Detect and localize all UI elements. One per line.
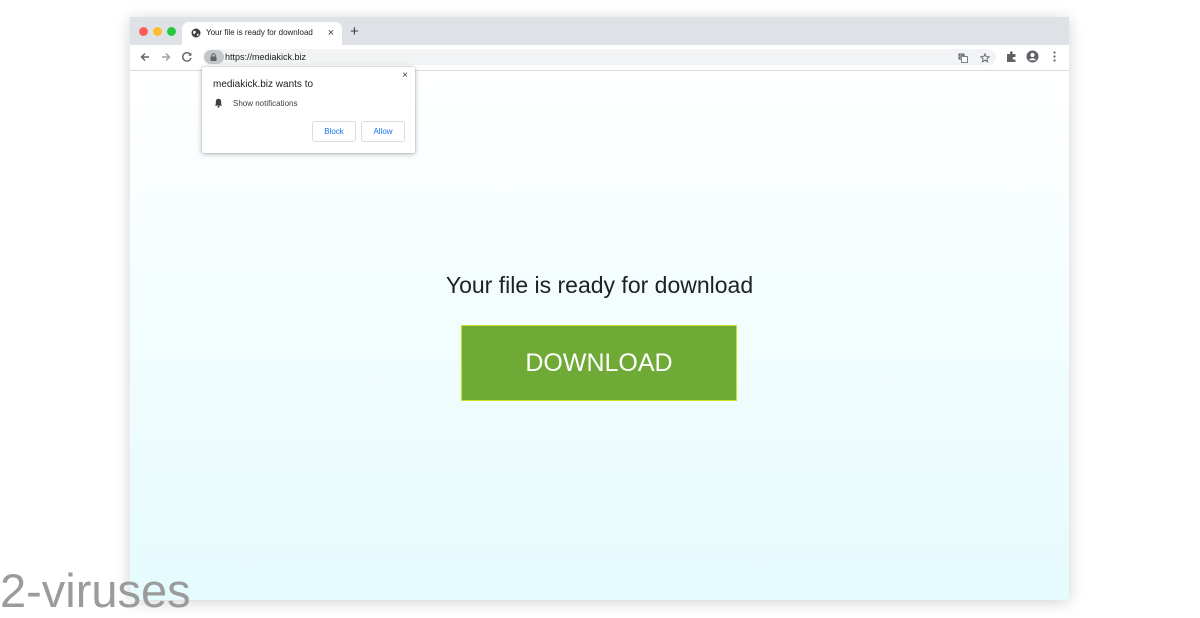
svg-text:G: G [959,55,963,61]
bell-icon [214,98,223,108]
globe-icon [191,28,201,38]
url-text: https://mediakick.biz [225,52,307,62]
page-headline: Your file is ready for download [445,272,754,298]
extensions-icon[interactable] [1005,50,1018,63]
permission-label: Show notifications [233,99,298,108]
notification-permission-popup: × mediakick.biz wants to Show notificati… [202,67,415,153]
reload-icon[interactable] [180,50,194,64]
tab-strip: Your file is ready for download × + [130,17,1069,45]
maximize-window-button[interactable] [167,27,176,36]
profile-icon[interactable] [1026,50,1039,63]
block-button[interactable]: Block [312,121,356,142]
download-button[interactable]: DOWNLOAD [461,325,737,401]
forward-arrow-icon[interactable] [159,50,173,64]
back-arrow-icon[interactable] [138,50,152,64]
new-tab-button[interactable]: + [350,24,359,40]
kebab-menu-icon[interactable] [1048,50,1061,63]
tab-title: Your file is ready for download [206,28,313,37]
lock-icon [210,53,217,61]
popup-title: mediakick.biz wants to [213,79,314,90]
active-tab[interactable]: Your file is ready for download × [182,22,342,45]
address-bar[interactable]: https://mediakick.biz G [203,49,996,65]
allow-button[interactable]: Allow [361,121,405,142]
close-window-button[interactable] [139,27,148,36]
minimize-window-button[interactable] [153,27,162,36]
star-icon[interactable] [980,53,990,63]
site-info-button[interactable] [204,50,224,64]
popup-close-icon[interactable]: × [402,70,408,82]
tab-close-icon[interactable]: × [328,26,334,40]
screenshot-stage: Your file is ready for download × + http… [0,0,1200,618]
watermark-logo: 2-viruses [0,564,191,617]
translate-icon[interactable]: G [958,53,968,63]
